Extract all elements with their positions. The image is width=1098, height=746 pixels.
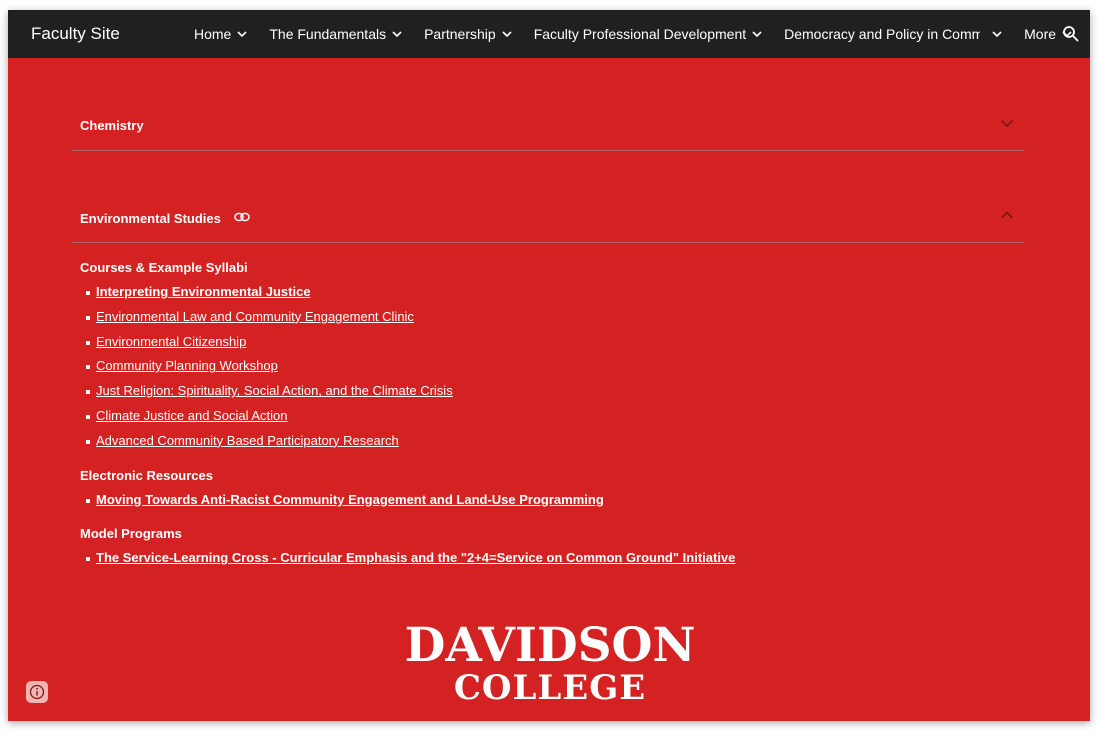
resource-link[interactable]: Moving Towards Anti-Racist Community Eng…: [96, 492, 604, 507]
program-link[interactable]: The Service-Learning Cross - Curricular …: [96, 550, 735, 565]
chevron-up-icon[interactable]: [1000, 208, 1014, 222]
section-title: Environmental Studies: [80, 211, 221, 226]
accordion-section-environmental-studies[interactable]: Environmental Studies: [72, 203, 1024, 243]
nav-item-label: Democracy and Policy in Comm…: [784, 26, 981, 42]
bullet: [86, 498, 90, 503]
top-navigation-bar: Faculty Site Home The Fundamentals Partn…: [8, 10, 1090, 58]
course-link[interactable]: Climate Justice and Social Action: [96, 408, 287, 423]
link-list: Interpreting Environmental Justice Envir…: [80, 280, 1020, 454]
course-link[interactable]: Advanced Community Based Participatory R…: [96, 433, 399, 448]
chevron-down-icon: [237, 31, 247, 38]
site-info-button[interactable]: [26, 681, 48, 703]
chevron-down-icon: [752, 31, 762, 38]
course-link[interactable]: Community Planning Workshop: [96, 358, 278, 373]
bullet: [86, 390, 90, 395]
nav-item-label: Faculty Professional Development: [533, 26, 747, 42]
section-content: Courses & Example Syllabi Interpreting E…: [80, 259, 1020, 571]
list-item: Moving Towards Anti-Racist Community Eng…: [80, 488, 1020, 513]
site-title-link[interactable]: Faculty Site: [31, 24, 120, 44]
course-link[interactable]: Interpreting Environmental Justice: [96, 284, 311, 299]
nav-item-label: The Fundamentals: [269, 26, 387, 42]
info-icon: [29, 684, 45, 700]
group-title: Model Programs: [80, 526, 182, 542]
logo-line-2: COLLEGE: [453, 668, 647, 708]
nav-item-label: Partnership: [424, 26, 496, 42]
nav-item-faculty-professional-development[interactable]: Faculty Professional Development: [534, 26, 763, 42]
course-link[interactable]: Environmental Law and Community Engageme…: [96, 309, 414, 324]
nav-item-label: Home: [194, 26, 232, 42]
link-icon[interactable]: [233, 212, 250, 222]
list-item: Environmental Law and Community Engageme…: [80, 305, 1020, 330]
list-item: Community Planning Workshop: [80, 354, 1020, 379]
nav-item-the-fundamentals[interactable]: The Fundamentals: [269, 26, 403, 42]
chevron-down-icon: [992, 31, 1002, 38]
list-item: Just Religion: Spirituality, Social Acti…: [80, 379, 1020, 404]
list-item: Environmental Citizenship: [80, 330, 1020, 355]
logo-line-1: DAVIDSON: [404, 618, 696, 673]
list-item: Interpreting Environmental Justice: [80, 280, 1020, 305]
bullet: [86, 340, 90, 345]
chevron-down-icon: [392, 31, 402, 38]
bullet: [86, 365, 90, 370]
nav-item-home[interactable]: Home: [194, 26, 248, 42]
bullet: [86, 414, 90, 419]
main-nav: Home The Fundamentals Partnership Facult…: [194, 10, 1090, 58]
bullet: [86, 557, 90, 562]
list-item: Climate Justice and Social Action: [80, 404, 1020, 429]
accordion-section-chemistry[interactable]: Chemistry: [72, 110, 1024, 151]
page-frame: Faculty Site Home The Fundamentals Partn…: [8, 10, 1090, 721]
list-item: The Service-Learning Cross - Curricular …: [80, 546, 1020, 571]
list-item: Advanced Community Based Participatory R…: [80, 429, 1020, 454]
section-title-row: Environmental Studies: [80, 211, 250, 226]
section-title: Chemistry: [80, 118, 144, 133]
bullet: [86, 315, 90, 320]
link-list: The Service-Learning Cross - Curricular …: [80, 546, 1020, 571]
group-title: Courses & Example Syllabi: [80, 260, 248, 275]
chevron-down-icon[interactable]: [1000, 116, 1014, 130]
davidson-college-logo: DAVIDSON COLLEGE: [388, 622, 712, 705]
group-title: Electronic Resources: [80, 467, 213, 483]
link-list: Moving Towards Anti-Racist Community Eng…: [80, 488, 1020, 513]
nav-item-label: More: [1024, 26, 1057, 42]
course-link[interactable]: Just Religion: Spirituality, Social Acti…: [96, 383, 453, 398]
search-icon[interactable]: [1062, 25, 1080, 43]
chevron-down-icon: [502, 31, 512, 38]
bullet: [86, 439, 90, 444]
nav-item-democracy-and-policy[interactable]: Democracy and Policy in Comm…: [784, 26, 1003, 42]
bullet: [86, 291, 90, 295]
nav-item-partnership[interactable]: Partnership: [424, 26, 513, 42]
course-link[interactable]: Environmental Citizenship: [96, 334, 246, 349]
